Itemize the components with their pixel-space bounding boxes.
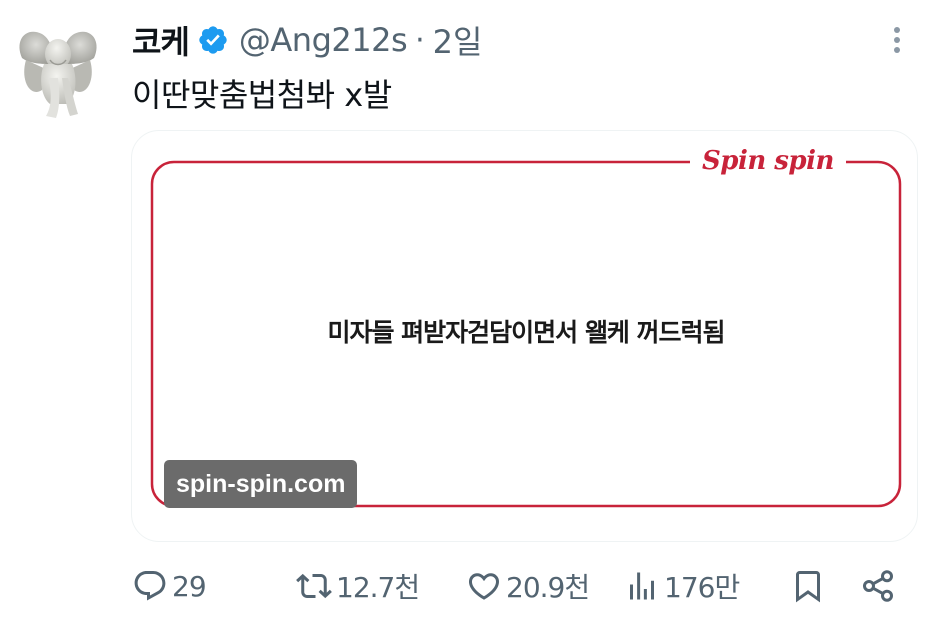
verified-badge-icon xyxy=(199,26,227,54)
views-icon xyxy=(630,572,654,600)
user-handle[interactable]: @Ang212s xyxy=(239,21,408,59)
retweet-icon xyxy=(296,573,332,599)
share-icon xyxy=(863,570,893,602)
reply-button[interactable]: 29 xyxy=(132,560,207,612)
reply-count: 29 xyxy=(172,569,207,603)
share-button[interactable] xyxy=(860,560,896,612)
source-watermark: spin-spin.com xyxy=(164,460,358,508)
header-separator: · xyxy=(415,22,425,58)
tweet-timestamp[interactable]: 2일 xyxy=(433,17,483,63)
tweet-header: 코케 @Ang212s · 2일 xyxy=(132,18,482,62)
retweet-count: 12.7천 xyxy=(336,571,420,604)
action-bar: 29 12.7천 20.9천 176만 xyxy=(0,560,926,612)
tweet-text: 이딴맞춤법첨봐 x발 xyxy=(132,76,392,114)
avatar[interactable] xyxy=(12,20,104,122)
reply-icon xyxy=(134,571,166,601)
heart-icon xyxy=(468,573,500,600)
bookmark-icon xyxy=(796,571,820,603)
card-caption: 미자들 펴받자걷담이면서 왤케 꺼드럭됨 xyxy=(327,318,725,347)
tweet-card[interactable]: 코케 @Ang212s · 2일 이딴맞춤법첨봐 x발 Spin spin 미자… xyxy=(0,0,926,622)
bookmark-button[interactable] xyxy=(790,560,826,612)
display-name[interactable]: 코케 xyxy=(132,17,190,63)
view-count: 176만 xyxy=(664,571,740,604)
retweet-button[interactable]: 12.7천 xyxy=(296,560,420,612)
views-button[interactable]: 176만 xyxy=(624,560,740,612)
like-button[interactable]: 20.9천 xyxy=(466,560,590,612)
brand-logo: Spin spin xyxy=(690,146,846,176)
more-vertical-icon[interactable] xyxy=(882,22,912,58)
like-count: 20.9천 xyxy=(506,571,590,604)
